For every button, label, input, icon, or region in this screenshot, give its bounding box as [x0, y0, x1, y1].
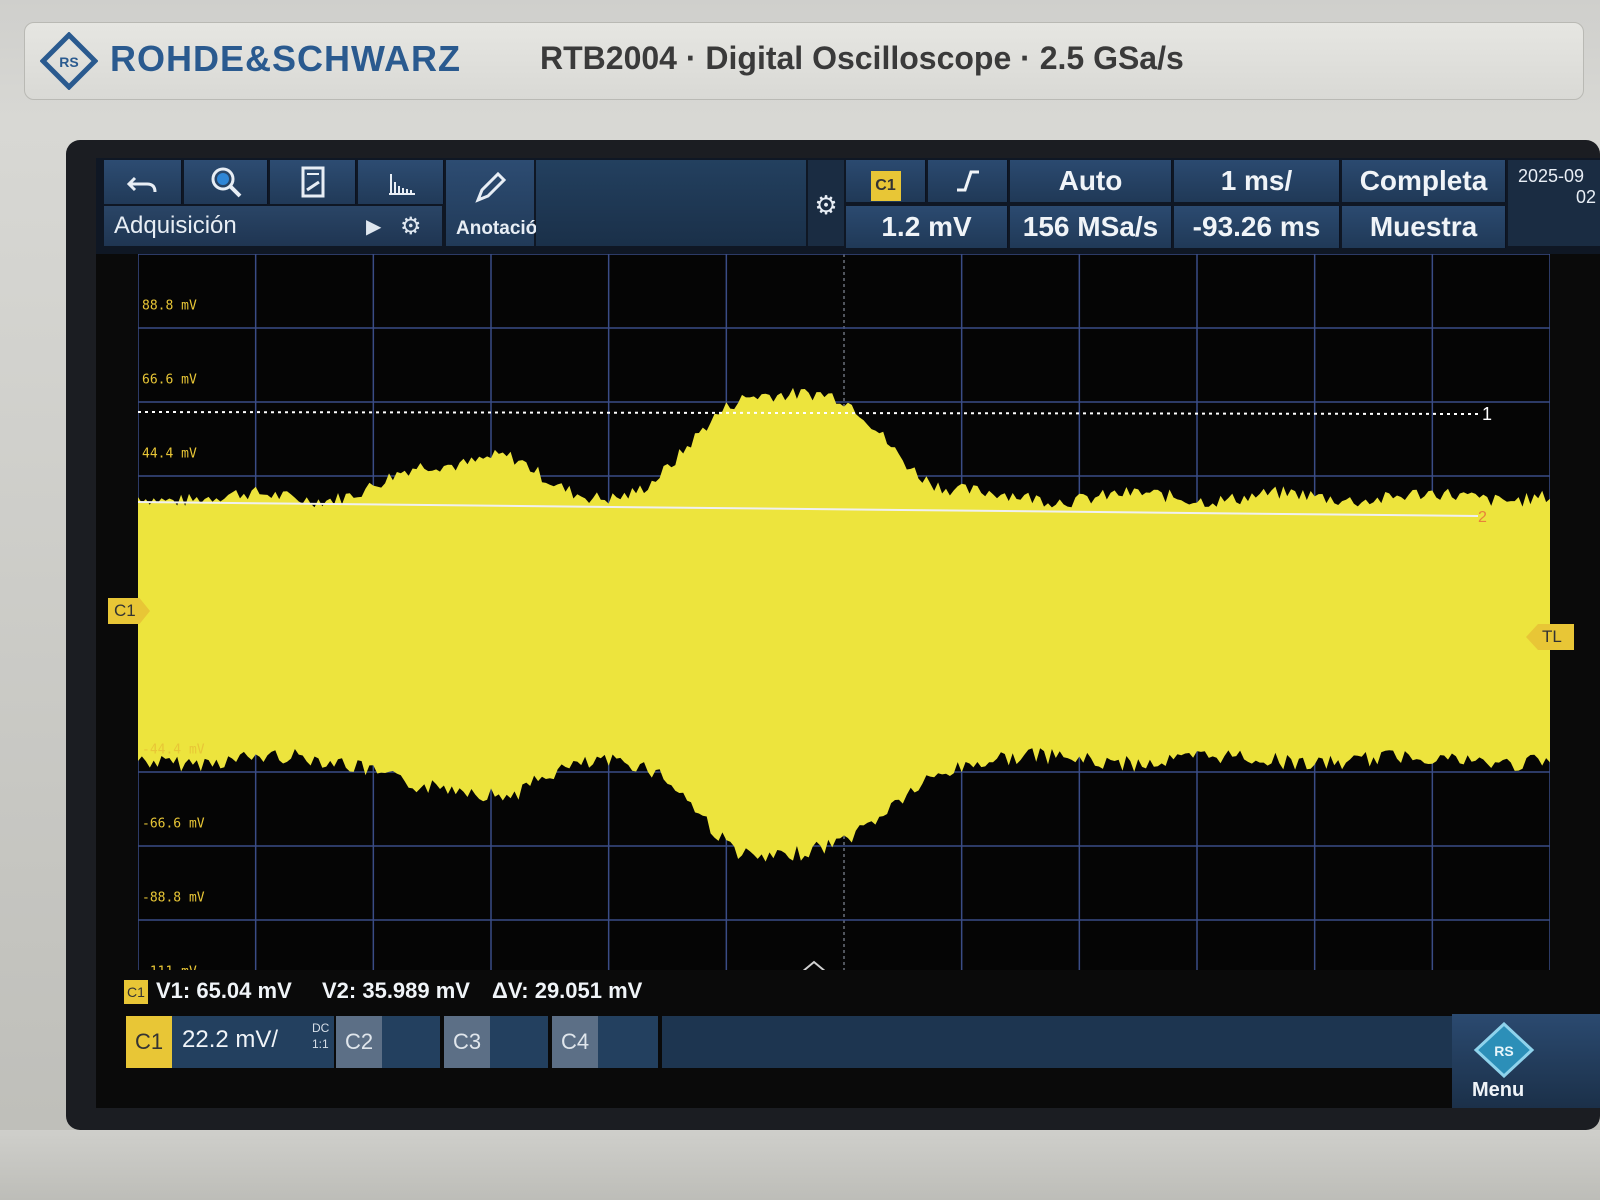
acquisition-label: Adquisición [114, 212, 237, 239]
channel-c2-button[interactable]: C2 [336, 1016, 440, 1068]
menu-label: Menu [1472, 1079, 1525, 1101]
cursor-delta-v: ΔV: 29.051 mV [492, 978, 643, 1003]
rohde-schwarz-logo-icon: RS [40, 32, 98, 90]
toolbar: Adquisición ▶ ⚙ Anotación ⚙ C1 1.2 mV Au… [96, 158, 1600, 254]
trigger-source-cell[interactable]: C1 [846, 160, 926, 202]
time-text: 02 [1575, 187, 1596, 207]
cursor-2-label: 2 [1478, 509, 1487, 526]
channel-c1-button[interactable]: C1 22.2 mV/ DC 1:1 [126, 1016, 334, 1068]
model-title: RTB2004 · Digital Oscilloscope · 2.5 GSa… [540, 40, 1184, 76]
trigger-level[interactable]: 1.2 mV [846, 206, 1008, 248]
channel-c1-tag: C1 [126, 1016, 172, 1068]
acquisition-menu[interactable]: Adquisición ▶ ⚙ [104, 206, 442, 246]
y-axis-label: -66.6 mV [142, 817, 205, 832]
fft-button[interactable] [358, 160, 444, 204]
svg-text:RS: RS [59, 54, 78, 70]
y-axis-label: -44.4 mV [142, 743, 205, 758]
channel-c3-tag: C3 [444, 1016, 490, 1068]
measure-icon [301, 166, 324, 198]
y-axis-label: 66.6 mV [142, 373, 197, 388]
record-mode[interactable]: Completa [1342, 160, 1506, 202]
channel-bar: C1 22.2 mV/ DC 1:1 C2 C3 C4 RS Menu [96, 1014, 1600, 1108]
trigger-source-badge: C1 [870, 171, 901, 201]
trigger-mode[interactable]: Auto [1010, 160, 1172, 202]
instrument-bottom-bezel [0, 1130, 1600, 1200]
rs-menu-logo-icon: RS [1473, 1022, 1535, 1078]
date-text: 2025-09 [1518, 166, 1585, 186]
rising-edge-icon [956, 170, 979, 192]
undo-icon [126, 176, 156, 193]
probe-ratio-text: 1:1 [312, 1037, 329, 1051]
channel-c1-scale: 22.2 mV/ [182, 1026, 279, 1053]
coupling-text: DC [312, 1021, 330, 1035]
zoom-button[interactable] [184, 160, 268, 204]
settings-gear-icon[interactable]: ⚙ [808, 160, 844, 246]
date-time-display: 2025-09 02 [1508, 160, 1600, 246]
pencil-icon [475, 171, 507, 203]
menu-button[interactable]: RS Menu [1452, 1014, 1600, 1108]
cursor-source-badge: C1 [124, 980, 148, 1004]
channel-c2-tag: C2 [336, 1016, 382, 1068]
channel-c1-coupling: DC 1:1 [312, 1020, 329, 1052]
time-offset[interactable]: -93.26 ms [1174, 206, 1340, 248]
timebase[interactable]: 1 ms/ [1174, 160, 1340, 202]
channel-c4-tag: C4 [552, 1016, 598, 1068]
channel-c3-button[interactable]: C3 [444, 1016, 548, 1068]
cursor-1-label: 1 [1482, 404, 1492, 424]
y-axis-label: -88.8 mV [142, 891, 205, 906]
channel-strip [662, 1016, 1452, 1068]
trigger-slope-cell[interactable] [928, 160, 1008, 202]
svg-text:RS: RS [1494, 1043, 1513, 1059]
cursor-v2: V2: 35.989 mV [322, 978, 470, 1003]
waveform-plot[interactable]: 1 2 88.8 mV 66.6 mV 44.4 mV -44.4 mV -66.6 m… [138, 254, 1550, 994]
annotation-label: Anotación [456, 218, 549, 239]
sample-rate[interactable]: 156 MSa/s [1010, 206, 1172, 248]
acquisition-gear-icon[interactable]: ⚙ [400, 212, 422, 241]
cursor-v1: V1: 65.04 mV [156, 978, 292, 1003]
annotation-button[interactable]: Anotación [446, 160, 549, 246]
play-arrow-icon[interactable]: ▶ [366, 214, 381, 239]
channel-c4-button[interactable]: C4 [552, 1016, 658, 1068]
spectrum-icon [388, 174, 415, 195]
brand-name: ROHDE&SCHWARZ [110, 38, 461, 79]
measure-button[interactable] [270, 160, 356, 204]
cursor-readout-bar: C1 V1: 65.04 mV V2: 35.989 mV ΔV: 29.051… [96, 970, 1600, 1014]
toolbar-spacer [536, 160, 806, 246]
y-axis-label: 88.8 mV [142, 299, 197, 314]
undo-button[interactable] [104, 160, 182, 204]
acquisition-mode[interactable]: Muestra [1342, 206, 1506, 248]
y-axis-label: 44.4 mV [142, 447, 197, 462]
zoom-icon [211, 167, 241, 198]
oscilloscope-screen: Adquisición ▶ ⚙ Anotación ⚙ C1 1.2 mV Au… [96, 158, 1600, 1108]
